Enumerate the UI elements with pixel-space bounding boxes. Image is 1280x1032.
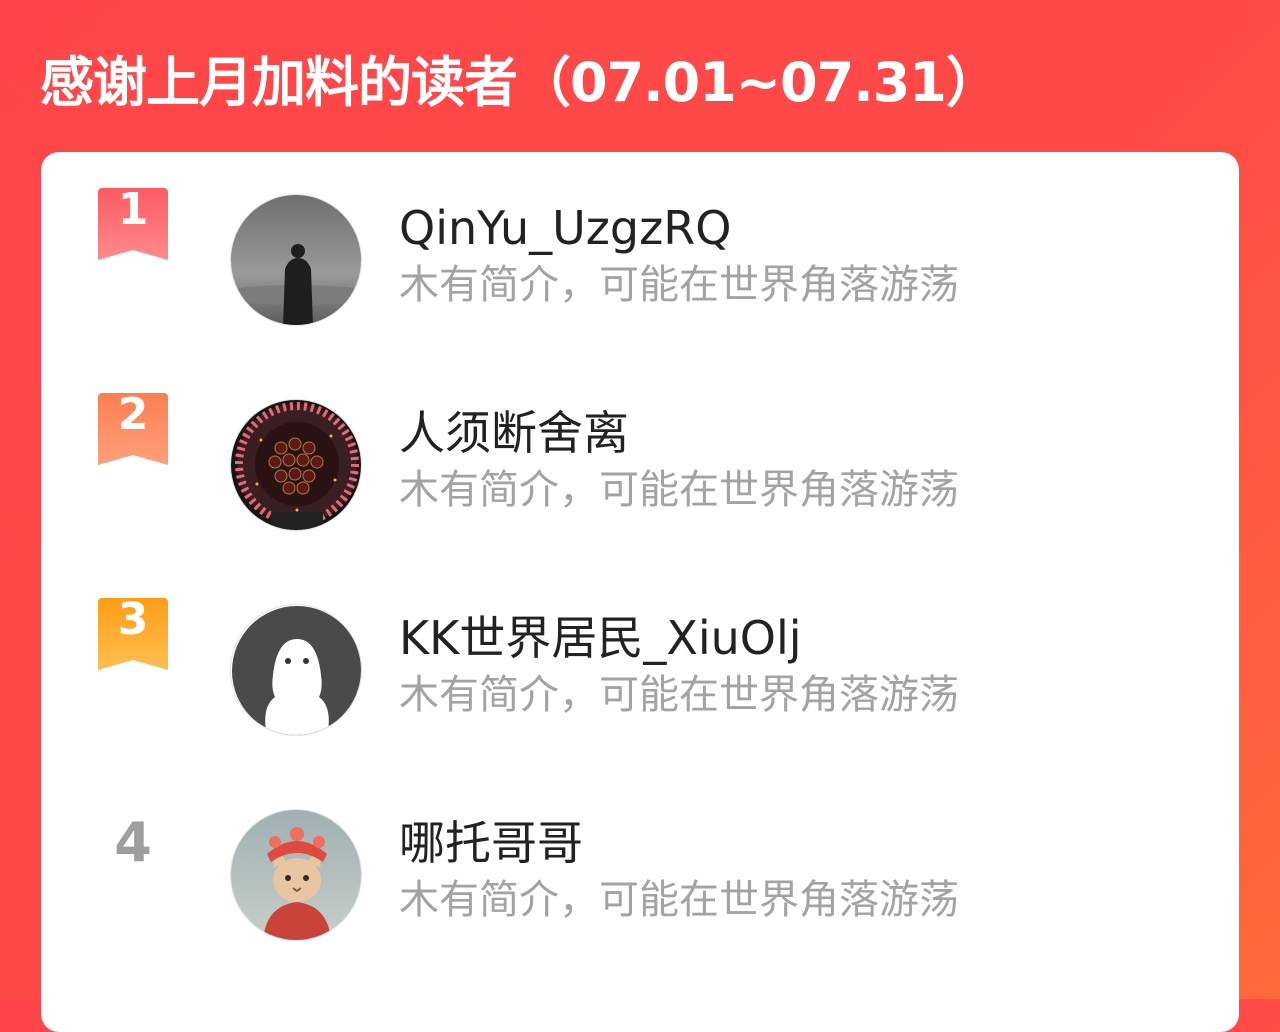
rank-3-ribbon-icon: 3 (98, 598, 168, 670)
reader-bio: 木有简介，可能在世界角落游荡 (399, 262, 959, 308)
reader-row-1[interactable]: 1 QinYu_UzgzRQ 木有简介，可能在世界角落游荡 (41, 152, 1239, 326)
reader-name[interactable]: 哪托哥哥 (399, 815, 583, 871)
rank-1-ribbon-icon: 1 (98, 188, 168, 260)
person-silhouette-avatar-icon (231, 195, 361, 325)
reader-row-2[interactable]: 2 人须断舍离 木有简介，可能在世界角落游荡 (41, 357, 1239, 531)
rank-number: 1 (117, 184, 149, 235)
reader-list-card: 1 QinYu_UzgzRQ 木有简介，可能在世界角落游荡 2 人须断舍离 木有… (41, 152, 1239, 1032)
rank-number: 2 (117, 389, 149, 440)
reader-name[interactable]: KK世界居民_XiuOlj (399, 610, 802, 666)
avatar[interactable] (230, 194, 362, 326)
rank-number: 4 (114, 811, 152, 874)
reader-name[interactable]: QinYu_UzgzRQ (399, 200, 731, 256)
cat-costume-avatar-icon (231, 810, 361, 940)
avatar[interactable] (230, 809, 362, 941)
rank-2-ribbon-icon: 2 (98, 393, 168, 465)
reader-name[interactable]: 人须断舍离 (399, 405, 629, 461)
default-ghost-avatar-icon (231, 605, 361, 735)
rank-number: 3 (117, 594, 149, 645)
avatar[interactable] (230, 604, 362, 736)
flower-bouquet-avatar-icon (231, 400, 361, 530)
reader-bio: 木有简介，可能在世界角落游荡 (399, 672, 959, 718)
page-title: 感谢上月加料的读者（07.01~07.31） (40, 51, 1000, 114)
avatar[interactable] (230, 399, 362, 531)
reader-row-3[interactable]: 3 KK世界居民_XiuOlj 木有简介，可能在世界角落游荡 (41, 562, 1239, 736)
reader-bio: 木有简介，可能在世界角落游荡 (399, 467, 959, 513)
reader-bio: 木有简介，可能在世界角落游荡 (399, 877, 959, 923)
reader-row-4[interactable]: 4 哪托哥哥 木有简介，可能在世界角落游荡 (41, 767, 1239, 941)
